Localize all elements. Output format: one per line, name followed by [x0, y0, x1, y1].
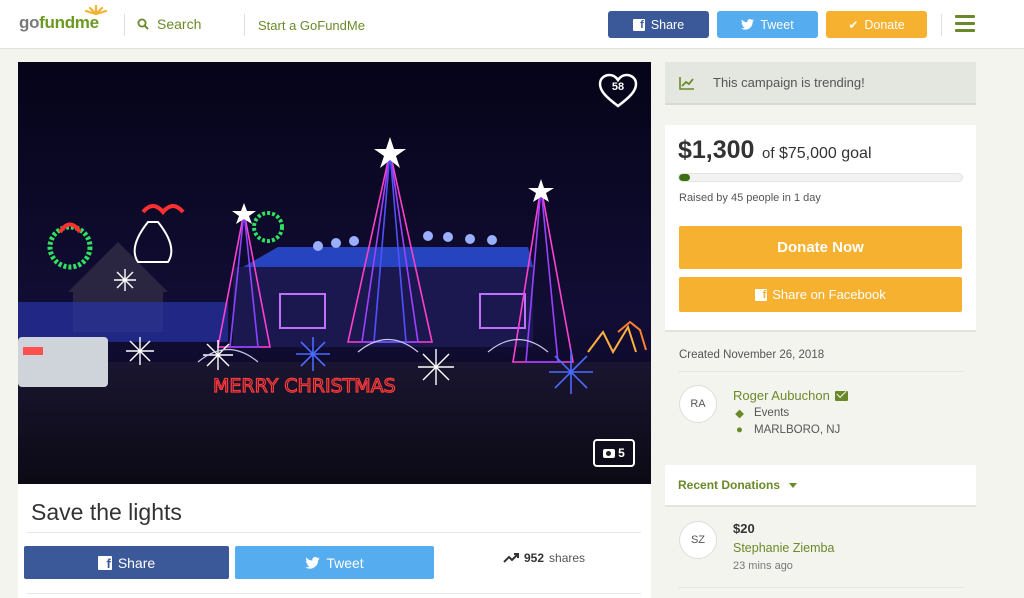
checkmark-icon: ✔: [848, 17, 859, 32]
recent-donations-toggle[interactable]: Recent Donations: [665, 465, 976, 507]
caret-down-icon: [789, 482, 798, 488]
organizer-name-link[interactable]: Roger Aubuchon: [733, 387, 848, 403]
header-divider: [941, 14, 942, 36]
goal-of: of: [762, 145, 775, 162]
header-divider: [244, 14, 245, 36]
campaign-info-card: Save the lights: [18, 484, 651, 598]
donor-avatar: SZ: [679, 521, 717, 559]
tweet-label: Tweet: [326, 554, 364, 571]
divider: [27, 532, 641, 533]
logo-text-fundme: fundme: [39, 13, 99, 32]
donor-name[interactable]: Stephanie Ziemba: [733, 541, 834, 555]
donation-card: $1,300 of $75,000 goal Raised by 45 peop…: [665, 125, 976, 332]
donation-amount: $20: [733, 521, 755, 536]
like-count: 58: [611, 81, 625, 93]
start-gofundme-link[interactable]: Start a GoFundMe: [258, 18, 365, 33]
twitter-icon: [741, 19, 755, 30]
hamburger-menu-icon[interactable]: [955, 15, 975, 33]
campaign-hero-image[interactable]: MERRY CHRISTMAS 58 5: [18, 62, 651, 484]
twitter-icon: [305, 556, 321, 569]
organizer-location: ● MARLBORO, NJ: [735, 424, 840, 436]
envelope-icon[interactable]: [834, 387, 848, 401]
christmas-lights-photo: MERRY CHRISTMAS: [18, 62, 651, 484]
created-date: Created November 26, 2018: [679, 349, 825, 361]
location-label: MARLBORO, NJ: [754, 424, 841, 436]
favorite-heart-icon[interactable]: 58: [598, 73, 638, 109]
facebook-icon: f: [632, 18, 645, 31]
donation-time: 23 mins ago: [733, 560, 793, 572]
trending-chart-icon: [679, 76, 694, 90]
share-label: Share: [117, 554, 156, 571]
header-share-button[interactable]: f Share: [608, 11, 709, 38]
header-tweet-label: Tweet: [760, 17, 794, 32]
divider: [678, 587, 963, 588]
logo-sun-icon: [84, 5, 108, 15]
photo-count: 5: [618, 446, 625, 460]
organizer-name: Roger Aubuchon: [733, 388, 830, 403]
photo-gallery-button[interactable]: 5: [593, 439, 635, 467]
facebook-icon: f: [97, 555, 112, 571]
share-on-facebook-label: Share on Facebook: [772, 287, 886, 302]
category-label[interactable]: Events: [754, 407, 789, 419]
share-on-facebook-button[interactable]: f Share on Facebook: [679, 277, 962, 312]
gofundme-logo[interactable]: gofundme: [19, 5, 108, 33]
donate-now-button[interactable]: Donate Now: [679, 226, 962, 269]
organizer-category: ◆ Events: [735, 406, 789, 420]
search-icon: [137, 18, 149, 30]
header-share-label: Share: [650, 17, 685, 32]
merry-christmas-sign: MERRY CHRISTMAS: [213, 375, 396, 397]
shares-count: 952 shares: [503, 551, 585, 565]
divider: [27, 593, 641, 594]
logo-text-go: go: [19, 13, 40, 32]
raised-by-text: Raised by 45 people in 1 day: [679, 192, 821, 204]
camera-icon: [603, 448, 616, 458]
top-header: gofundme Search Start a GoFundMe f Share…: [0, 0, 1024, 49]
facebook-share-button[interactable]: f Share: [24, 546, 229, 579]
raised-amount: $1,300: [678, 136, 755, 164]
header-donate-label: Donate: [864, 17, 905, 32]
goal-text: of $75,000 goal: [762, 145, 872, 163]
trending-text: This campaign is trending!: [713, 75, 865, 90]
header-donate-button[interactable]: ✔ Donate: [826, 11, 927, 38]
divider: [678, 371, 963, 372]
trending-banner: This campaign is trending!: [665, 62, 976, 105]
progress-fill: [679, 174, 691, 181]
recent-donations-label: Recent Donations: [678, 478, 781, 492]
header-tweet-button[interactable]: Tweet: [717, 11, 818, 38]
shares-label: shares: [549, 551, 586, 565]
facebook-icon: f: [755, 288, 768, 301]
shares-number: 952: [524, 551, 545, 565]
tag-icon: ◆: [735, 408, 744, 420]
search-link[interactable]: Search: [137, 16, 201, 32]
search-label: Search: [157, 16, 202, 32]
tweet-button[interactable]: Tweet: [235, 546, 434, 579]
location-pin-icon: ●: [736, 424, 743, 436]
organizer-avatar: RA: [679, 385, 717, 423]
campaign-title: Save the lights: [31, 499, 182, 525]
goal-amount: $75,000 goal: [778, 145, 872, 162]
trending-arrow-icon: [503, 553, 519, 563]
header-divider: [124, 14, 125, 36]
progress-bar: [678, 173, 963, 182]
